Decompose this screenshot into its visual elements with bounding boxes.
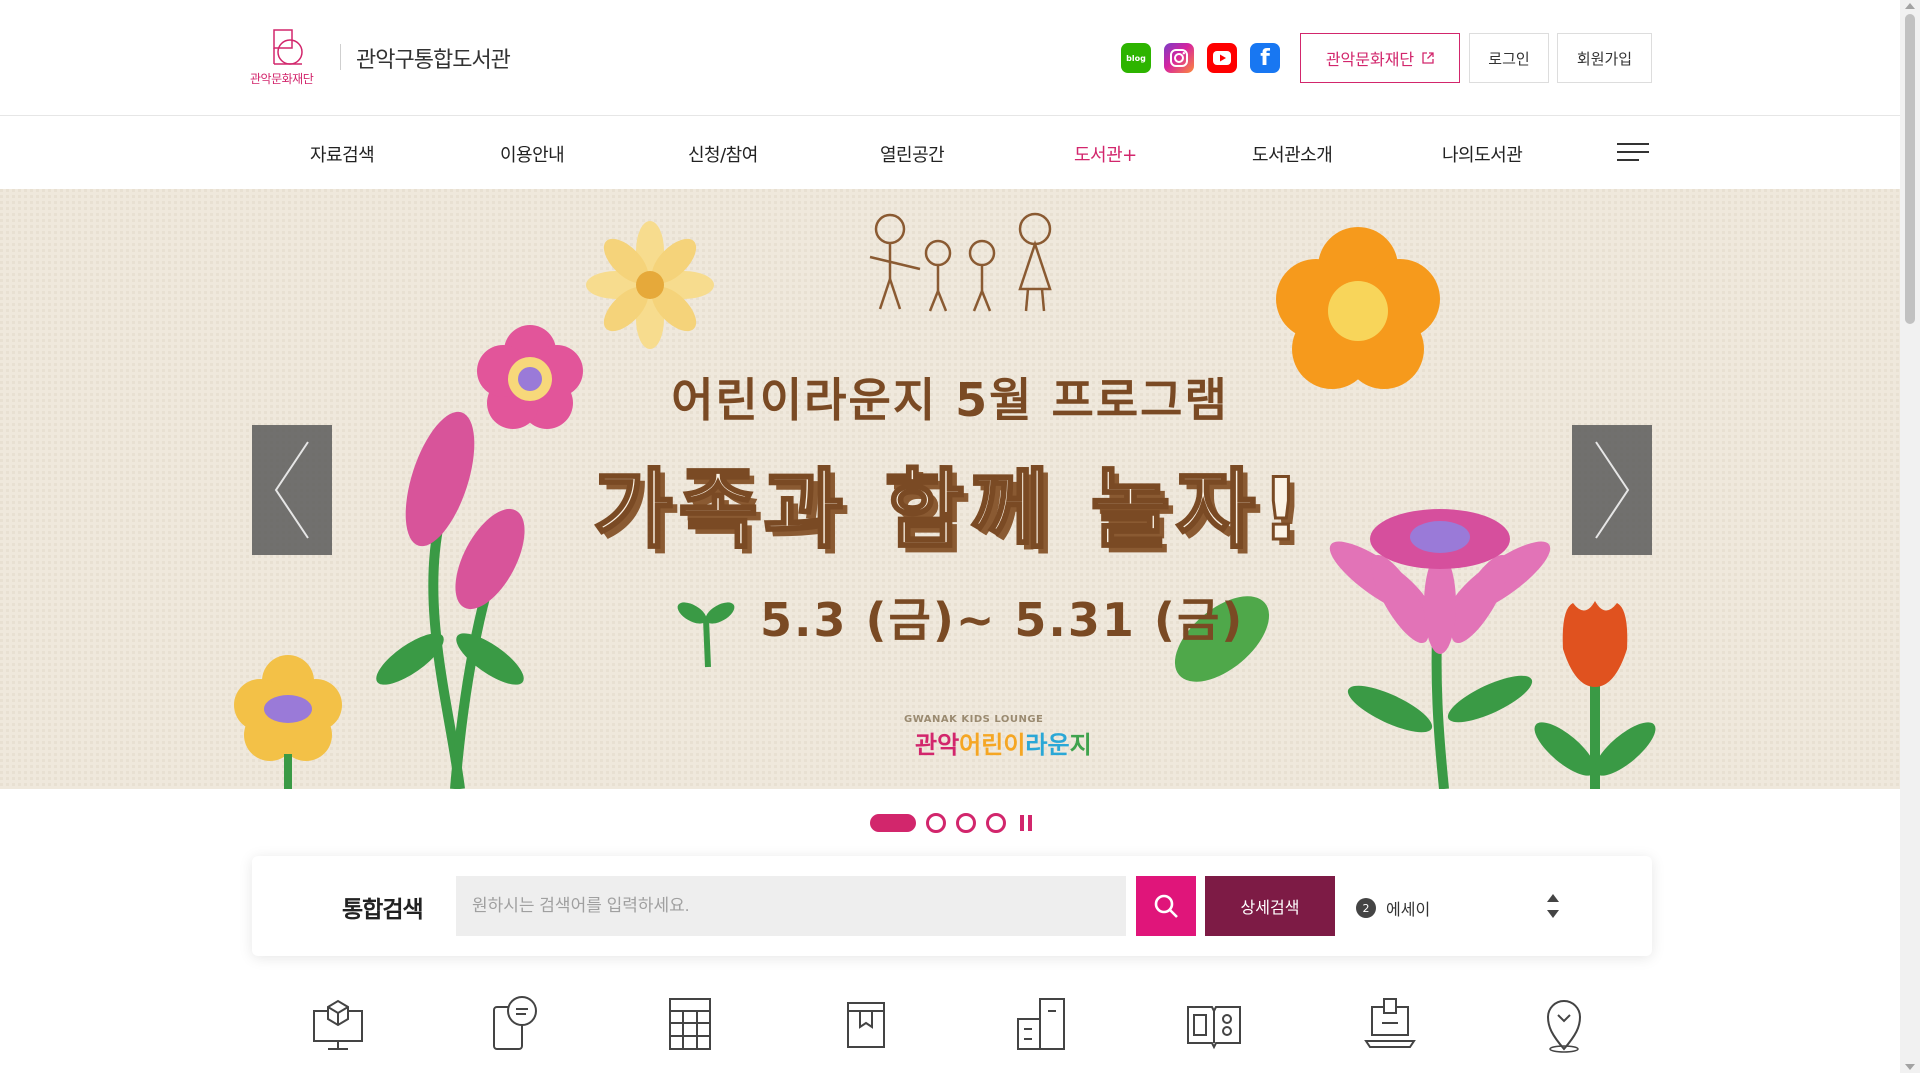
page-scrollbar[interactable] [1900,0,1920,1073]
logo-text: 관악문화재단 [250,72,314,86]
blog-label: blog [1126,53,1146,63]
banner-brand: 관악어린이라운지 [915,725,1092,760]
facebook-icon[interactable]: f [1250,43,1280,73]
banner-date: 5.3 (금)~ 5.31 (금) [760,593,1245,647]
brand-part: 어린이 [959,731,1026,759]
keyword-updown-icon[interactable] [1546,892,1560,920]
advanced-search-button[interactable]: 상세검색 [1205,876,1335,936]
open-book-icon[interactable] [1184,993,1244,1053]
header: 관악문화재단 관악구통합도서관 blog f 관악문화재단 로그인 회원가입 [0,0,1900,116]
instagram-icon[interactable] [1164,43,1194,73]
banner-brand-en: GWANAK KIDS LOUNGE [904,714,1044,725]
external-link-icon [1422,52,1434,64]
brand-part: 라운 [1025,731,1070,759]
pager-dot-3[interactable] [956,813,976,833]
scroll-down-icon[interactable] [1905,1064,1915,1070]
search-icon [1154,894,1178,918]
search-label: 통합검색 [342,897,424,923]
pause-bar [1028,815,1032,831]
brand-part: 관악 [915,731,960,759]
nav-item-apply[interactable]: 신청/참여 [688,141,758,167]
chevron-left-icon [274,441,309,539]
nav-item-search[interactable]: 자료검색 [310,141,375,167]
monitor-box-icon[interactable] [308,993,368,1053]
search-input[interactable] [456,876,1126,936]
facebook-label: f [1260,45,1270,71]
foundation-label: 관악문화재단 [1325,50,1415,69]
page: 관악문화재단 관악구통합도서관 blog f 관악문화재단 로그인 회원가입 자… [0,0,1920,1073]
instagram-glyph [1170,49,1188,67]
shelf-icon[interactable] [660,993,720,1053]
join-button[interactable]: 회원가입 [1557,33,1652,83]
pause-bar [1020,815,1024,831]
search-box: 통합검색 상세검색 2 에세이 [252,856,1652,956]
blog-icon[interactable]: blog [1121,43,1151,73]
pause-icon[interactable] [1020,815,1034,831]
brand-part: 지 [1069,731,1092,759]
menu-line [1617,151,1649,153]
book-icon[interactable] [836,993,896,1053]
foundation-link-button[interactable]: 관악문화재단 [1300,33,1460,83]
logo-divider [340,44,341,70]
banner-prev-button[interactable] [252,425,332,555]
laptop-icon[interactable] [1360,993,1420,1053]
nav-item-about[interactable]: 도서관소개 [1252,141,1333,167]
menu-line [1617,143,1649,145]
pager-dot-1[interactable] [870,814,916,832]
banner-pager [870,813,1034,833]
banner-next-button[interactable] [1572,425,1652,555]
popular-keyword[interactable]: 2 에세이 [1356,896,1430,920]
pager-dot-2[interactable] [926,813,946,833]
youtube-icon[interactable] [1207,43,1237,73]
building-icon[interactable] [1012,993,1072,1053]
youtube-glyph [1213,51,1231,65]
menu-line [1617,159,1639,161]
site-title[interactable]: 관악구통합도서관 [356,42,511,74]
banner-subtitle: 어린이라운지 5월 프로그램 [671,373,1229,427]
nav-item-guide[interactable]: 이용안내 [500,141,565,167]
nav-item-my-library[interactable]: 나의도서관 [1442,141,1523,167]
nav-item-open-space[interactable]: 열린공간 [880,141,945,167]
main-banner[interactable]: 어린이라운지 5월 프로그램 가족과 함께 놀자! 5.3 (금)~ 5.31 … [0,189,1900,789]
scroll-thumb[interactable] [1905,14,1915,324]
chevron-right-icon [1595,441,1630,539]
search-button[interactable] [1136,876,1196,936]
keyword-text: 에세이 [1386,900,1431,919]
pager-dot-4[interactable] [986,813,1006,833]
main-nav: 자료검색 이용안내 신청/참여 열린공간 도서관+ 도서관소개 나의도서관 [0,117,1900,189]
keyword-rank: 2 [1356,898,1376,918]
menu-icon[interactable] [1617,143,1649,165]
nav-item-library-plus[interactable]: 도서관+ [1074,141,1137,167]
phone-chat-icon[interactable] [484,993,544,1053]
login-button[interactable]: 로그인 [1469,33,1549,83]
scroll-up-icon[interactable] [1905,3,1915,9]
location-pin-icon[interactable] [1534,993,1594,1053]
